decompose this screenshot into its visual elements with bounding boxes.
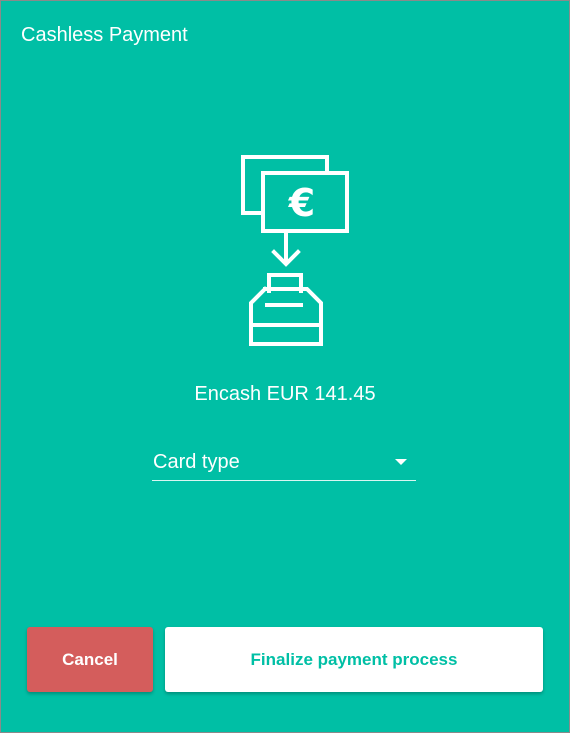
- cancel-button[interactable]: Cancel: [27, 627, 153, 692]
- chevron-down-icon: [395, 459, 407, 465]
- finalize-payment-button[interactable]: Finalize payment process: [165, 627, 543, 692]
- cashless-payment-dialog: Cashless Payment € Encash EUR 141.45 Car…: [0, 0, 570, 733]
- euro-symbol: €: [288, 181, 315, 225]
- dialog-title: Cashless Payment: [21, 24, 188, 46]
- cash-to-register-icon: €: [241, 155, 349, 346]
- card-type-label: Card type: [153, 451, 240, 473]
- encash-amount: Encash EUR 141.45: [194, 383, 376, 405]
- card-type-select[interactable]: Card type: [152, 447, 416, 481]
